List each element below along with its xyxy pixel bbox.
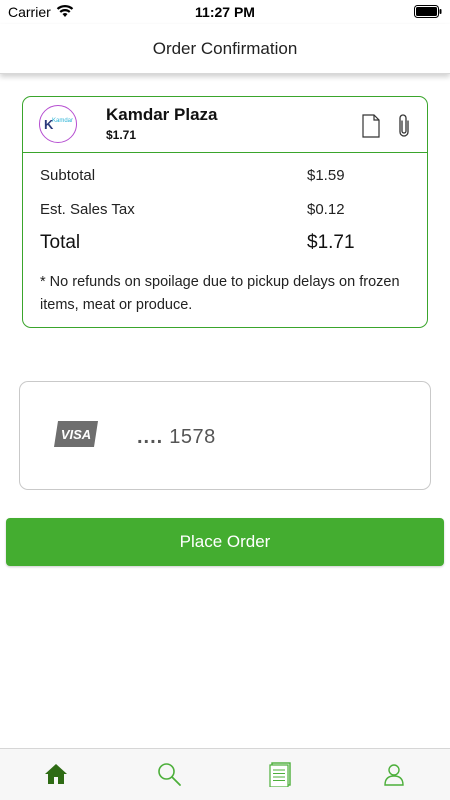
visa-card-icon: VISA bbox=[54, 421, 98, 447]
store-total: $1.71 bbox=[106, 128, 137, 142]
clock: 11:27 PM bbox=[195, 4, 255, 20]
place-order-button[interactable]: Place Order bbox=[6, 518, 444, 566]
subtotal-label: Subtotal bbox=[40, 167, 96, 184]
logo-text: Kamdar bbox=[52, 118, 74, 124]
visa-brand-text: VISA bbox=[61, 427, 91, 442]
card-mask-dots: .... bbox=[137, 426, 164, 448]
store-logo: K Kamdar bbox=[39, 105, 77, 143]
orders-icon[interactable] bbox=[268, 761, 294, 787]
total-value: $1.71 bbox=[307, 232, 355, 253]
status-bar: Carrier 11:27 PM bbox=[0, 0, 450, 24]
store-name: Kamdar Plaza bbox=[106, 105, 218, 124]
tab-bar bbox=[0, 748, 450, 800]
battery-icon bbox=[414, 5, 442, 18]
order-summary-card: K Kamdar Kamdar Plaza $1.71 Subtotal $1.… bbox=[22, 96, 428, 328]
navigation-bar: Order Confirmation bbox=[0, 24, 450, 74]
sales-tax-label: Est. Sales Tax bbox=[40, 201, 135, 218]
total-label: Total bbox=[40, 232, 81, 253]
page-title: Order Confirmation bbox=[152, 39, 298, 58]
subtotal-value: $1.59 bbox=[307, 167, 345, 184]
card-last4: 1578 bbox=[169, 426, 216, 448]
search-icon[interactable] bbox=[156, 761, 182, 787]
sales-tax-value: $0.12 bbox=[307, 201, 345, 218]
refund-policy-note: * No refunds on spoilage due to pickup d… bbox=[40, 274, 400, 313]
store-header: K Kamdar Kamdar Plaza $1.71 bbox=[23, 97, 427, 153]
profile-icon[interactable] bbox=[381, 761, 407, 787]
payment-method-card[interactable]: VISA .... 1578 bbox=[19, 381, 431, 490]
home-icon[interactable] bbox=[43, 761, 69, 787]
card-number: .... 1578 bbox=[137, 426, 216, 449]
document-icon[interactable] bbox=[362, 114, 380, 138]
paperclip-icon[interactable] bbox=[397, 113, 411, 139]
